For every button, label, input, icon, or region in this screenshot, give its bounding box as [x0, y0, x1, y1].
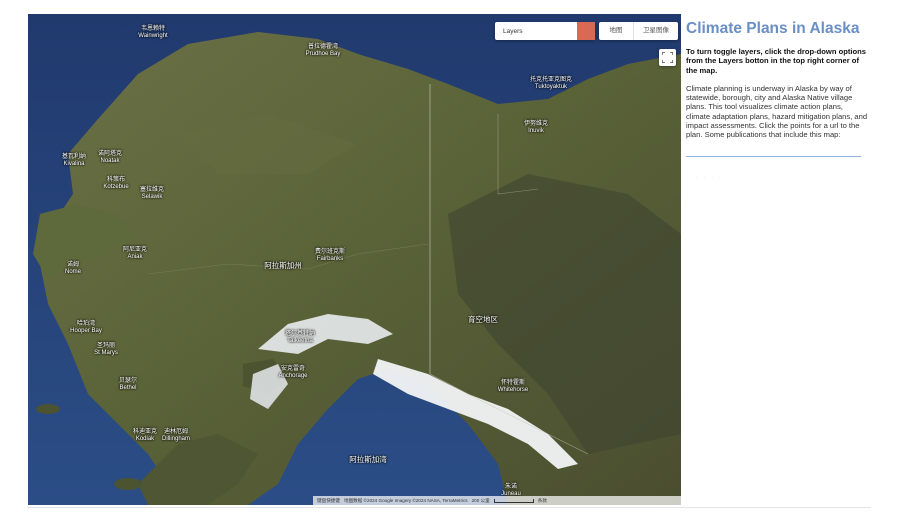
place-label: 诺姆 Nome	[64, 262, 82, 275]
scale-label: 200 公里	[471, 498, 490, 503]
terms-link[interactable]: 条款	[538, 496, 547, 505]
place-label: 伊努维克 Inuvik	[523, 121, 549, 134]
map-data-attribution: 地图数据 ©2024 Google Imagery ©2024 NASA, Te…	[343, 498, 468, 503]
divider	[28, 507, 871, 508]
place-label: 塞拉维克 Selawik	[139, 187, 165, 200]
divider	[686, 155, 861, 157]
fullscreen-button[interactable]	[659, 49, 676, 66]
region-label-alaska: 阿拉斯加州	[264, 261, 302, 270]
place-label: 阿尼亚克 Aniak	[122, 247, 148, 260]
faint-text: · · · ·	[696, 174, 723, 181]
place-label: 迪林厄姆 Dillingham	[161, 429, 191, 442]
info-panel: Climate Plans in Alaska To turn toggle l…	[686, 14, 868, 505]
place-label: 普拉德霍湾 Prudhoe Bay	[305, 44, 341, 57]
layers-dropdown-button[interactable]	[577, 22, 595, 40]
place-label: 基瓦利纳 Kivalina	[61, 154, 87, 167]
place-label: 科迪亚克 Kodiak	[132, 429, 158, 442]
place-label: 韦恩赖特 Wainwright	[138, 26, 168, 39]
scale-bar	[493, 499, 534, 503]
place-label: 贝瑟尔 Bethel	[118, 378, 138, 391]
instructions-text: To turn toggle layers, click the drop-do…	[686, 47, 867, 75]
place-label: 怀特霍斯 Whitehorse	[497, 380, 529, 393]
map-type-control[interactable]: 地图 卫星图像	[599, 22, 678, 40]
layers-label: Layers	[503, 27, 523, 35]
place-label: 塔尔基特纳 Talkeetna	[284, 331, 316, 344]
region-label-yukon: 育空地区	[468, 315, 498, 324]
keyboard-shortcuts-link[interactable]: 键盘快捷键	[317, 496, 340, 505]
layers-control[interactable]: Layers	[495, 22, 595, 40]
region-label-gulf-of-alaska: 阿拉斯加湾	[349, 455, 387, 464]
place-label: 安克雷奇 Anchorage	[278, 366, 308, 379]
place-label: 诺阿塔克 Noatak	[97, 151, 123, 164]
map-type-satellite-button[interactable]: 卫星图像	[634, 22, 678, 40]
place-label: 科策布 Kotzebue	[103, 177, 129, 190]
place-label: 托克托亚克图克 Tuktoyaktuk	[529, 77, 573, 90]
map-type-map-button[interactable]: 地图	[599, 22, 634, 40]
map[interactable]: 阿拉斯加州 育空地区 阿拉斯加湾 韦恩赖特 Wainwright 普拉德霍湾 Pru…	[28, 14, 681, 505]
description-text: Climate planning is underway in Alaska b…	[686, 83, 868, 140]
place-label: 费尔班克斯 Fairbanks	[314, 249, 346, 262]
page-title: Climate Plans in Alaska	[686, 20, 860, 37]
place-label: 圣玛丽 St Marys	[94, 343, 118, 356]
place-label: 哈珀湾 Hooper Bay	[70, 321, 102, 334]
fullscreen-icon	[662, 52, 673, 63]
map-attribution: 键盘快捷键 地图数据 ©2024 Google Imagery ©2024 NA…	[313, 496, 681, 505]
